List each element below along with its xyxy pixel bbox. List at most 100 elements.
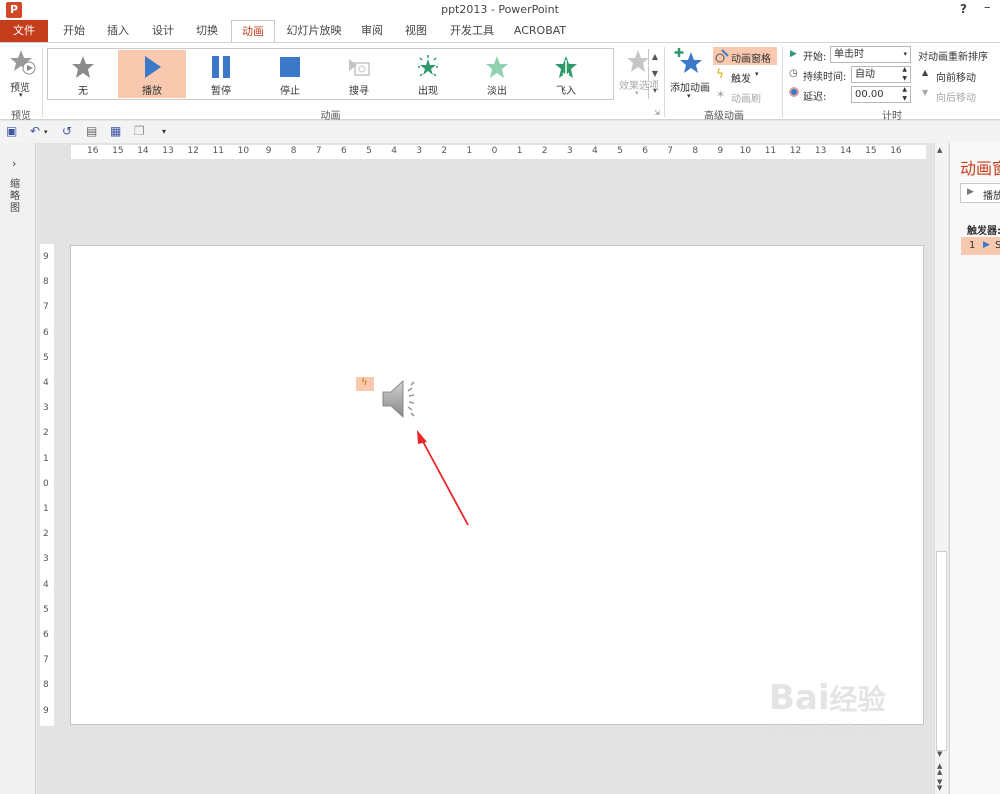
tab-animations[interactable]: 动画	[231, 20, 275, 42]
hruler-tick-label: 16	[87, 146, 99, 156]
horizontal-ruler: 16 15 14 13 12 11 10 9 8 7 6 5 4 3 2 1 0 1 2 3 4 5 6 7 8 9 10 11 12 1…	[71, 145, 926, 159]
previous-slide-button[interactable]: ▲ ▲	[937, 763, 942, 776]
vruler-tick-label: 9	[43, 705, 49, 716]
animation-list-item[interactable]: 1 ▶ S	[961, 237, 1000, 255]
duration-input[interactable]: 自动 ▲ ▼	[851, 66, 911, 83]
hruler-tick-label: 12	[789, 146, 802, 156]
undo-icon[interactable]: ↶	[30, 124, 40, 138]
hruler-tick-label: 4	[592, 146, 598, 156]
tab-design[interactable]: 设计	[145, 20, 181, 42]
trigger-tag-icon[interactable]: ϟ	[356, 377, 374, 391]
move-earlier-button[interactable]: ▲ 向前移动	[922, 67, 998, 84]
vruler-tick-label: 5	[43, 352, 49, 363]
expand-chevron-icon[interactable]: ›	[12, 157, 16, 170]
tab-developer[interactable]: 开发工具	[444, 20, 500, 42]
painter-icon: ✶	[716, 88, 726, 101]
vruler-tick-label: 9	[43, 252, 49, 262]
start-from-beginning-icon[interactable]: ▤	[86, 124, 97, 138]
effect-options-button[interactable]: 效果选项 ▾	[616, 49, 662, 105]
group-animation-label: 动画	[320, 111, 341, 122]
fade-icon	[486, 56, 508, 78]
hruler-tick-label: 11	[212, 146, 224, 156]
animation-stop[interactable]: 停止	[256, 50, 324, 98]
help-button[interactable]: ?	[960, 2, 967, 16]
animation-appear[interactable]: 出现	[394, 50, 462, 98]
scroll-up-button[interactable]: ▲	[937, 146, 946, 155]
tab-acrobat[interactable]: ACROBAT	[508, 20, 572, 42]
hruler-tick-label: 7	[667, 146, 674, 156]
hruler-tick-label: 10	[237, 146, 250, 156]
vertical-scrollbar[interactable]: ▲ ▼ ▲ ▲ ▼ ▼	[934, 143, 948, 794]
hruler-tick-label: 13	[814, 146, 827, 156]
trigger-button[interactable]: ϟ 触发 ▾	[715, 67, 775, 85]
tab-home[interactable]: 开始	[56, 20, 92, 42]
thumbnails-pane-collapsed[interactable]: › 缩略图	[0, 143, 36, 794]
seek-icon	[349, 59, 370, 76]
vruler-tick-label: 7	[43, 302, 49, 313]
vruler-tick-label: 4	[43, 579, 49, 590]
minimize-button[interactable]: –	[984, 0, 991, 15]
hruler-tick-label: 15	[112, 146, 124, 156]
hruler-tick-label: 13	[162, 146, 174, 156]
slide-canvas[interactable]: ϟ Bai经验 jingyan.baidu.com	[70, 245, 924, 737]
hruler-tick-label: 10	[739, 146, 752, 156]
start-select[interactable]: 单击时 ▾	[830, 46, 911, 63]
reorder-title: 对动画重新排序	[918, 52, 988, 63]
group-timing-label: 计时	[882, 111, 902, 122]
animation-flyin[interactable]: 飞入	[532, 50, 600, 98]
animation-none[interactable]: 无	[49, 50, 117, 98]
vruler-tick-label: 1	[43, 504, 49, 514]
speaker-audio-icon[interactable]	[381, 377, 427, 421]
animation-seek[interactable]: 搜寻	[325, 50, 393, 98]
scroll-down-button[interactable]: ▼	[937, 750, 942, 758]
delay-input[interactable]: 00.00 ▲ ▼	[851, 86, 911, 103]
customize-qat-icon[interactable]: ▾	[162, 127, 166, 136]
animation-pause[interactable]: 暂停	[187, 50, 255, 98]
save-icon[interactable]: ▣	[6, 124, 17, 138]
pause-icon	[212, 56, 230, 78]
save-as-icon[interactable]: ▦	[110, 124, 121, 138]
group-preview-label: 预览	[11, 111, 31, 122]
scroll-thumb[interactable]	[936, 551, 947, 751]
next-slide-button[interactable]: ▼ ▼	[937, 779, 942, 792]
down-arrow-icon: ▼	[922, 88, 929, 97]
preview-button[interactable]: 预览 ▾	[5, 47, 39, 103]
tab-transitions[interactable]: 切换	[189, 20, 225, 42]
animation-pane-icon	[715, 49, 729, 63]
hruler-tick-label: 6	[642, 146, 648, 156]
pane-play-button[interactable]: ▶ 播放	[960, 183, 1000, 203]
hruler-tick-label: 9	[265, 146, 272, 156]
animation-play[interactable]: 播放	[118, 50, 186, 98]
hruler-tick-label: 12	[187, 146, 199, 156]
tab-view[interactable]: 视图	[398, 20, 434, 42]
tab-slideshow[interactable]: 幻灯片放映	[282, 20, 346, 42]
effect-options-star-icon	[627, 50, 649, 72]
vruler-tick-label: 0	[43, 478, 49, 489]
hruler-tick-label: 15	[865, 146, 877, 156]
tab-insert[interactable]: 插入	[100, 20, 136, 42]
hruler-tick-label: 16	[890, 146, 902, 156]
copy-icon[interactable]: ❐	[134, 124, 145, 138]
play-small-icon: ▶	[967, 187, 974, 197]
vruler-tick-label: 8	[43, 680, 49, 691]
hruler-tick-label: 14	[840, 146, 852, 156]
animation-painter-button[interactable]: ✶ 动画刷	[715, 87, 775, 105]
redo-icon[interactable]: ↺	[62, 124, 72, 138]
vruler-tick-label: 8	[43, 277, 49, 288]
lightning-icon: ϟ	[716, 67, 724, 81]
move-later-button[interactable]: ▼ 向后移动	[922, 87, 998, 104]
tab-file[interactable]: 文件	[0, 20, 48, 42]
animation-fade[interactable]: 淡出	[463, 50, 531, 98]
vruler-tick-label: 6	[43, 327, 49, 338]
hruler-tick-label: 5	[617, 146, 623, 156]
add-animation-button[interactable]: 添加动画 ▾	[668, 47, 712, 103]
thumbnails-label: 缩略图	[10, 179, 20, 214]
tab-review[interactable]: 审阅	[354, 20, 390, 42]
hruler-tick-label: 1	[516, 146, 523, 156]
animation-pane-button[interactable]: 动画窗格	[713, 47, 777, 65]
dialog-launcher-icon[interactable]: ⇲	[654, 109, 660, 117]
preview-dropdown-icon: ▾	[19, 91, 23, 99]
hruler-tick-label: 11	[764, 146, 777, 156]
duration-clock-icon: ◷	[789, 68, 798, 79]
undo-dropdown-icon[interactable]: ▾	[44, 128, 48, 136]
